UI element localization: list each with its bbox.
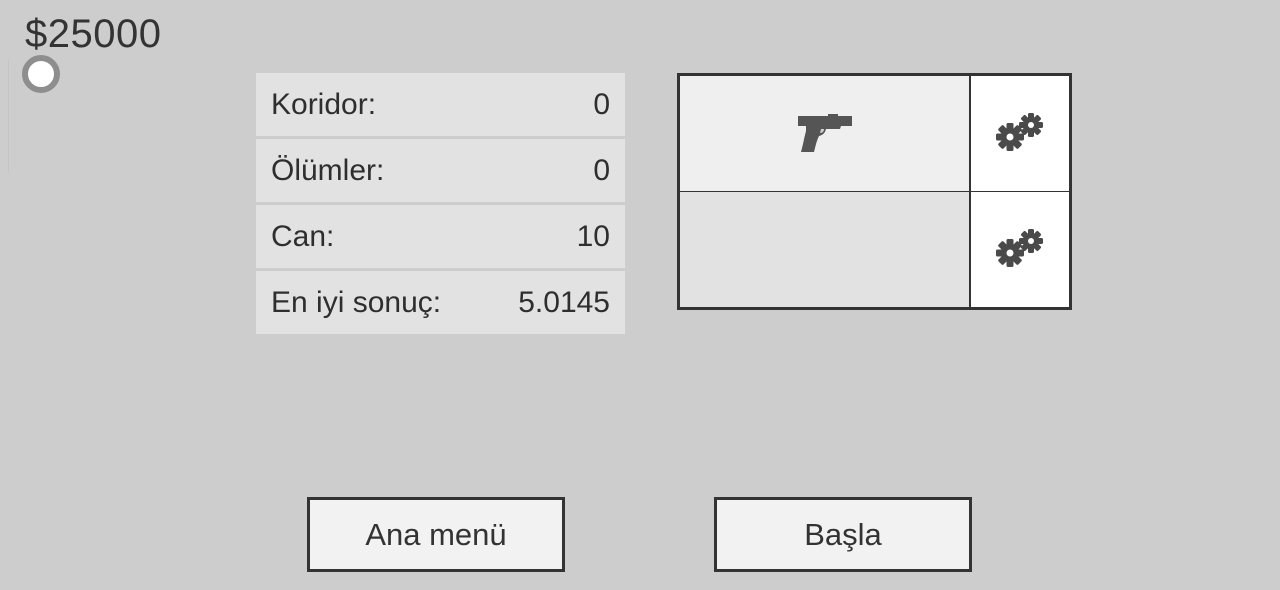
stat-value: 10 bbox=[576, 219, 610, 253]
upgrade-button-primary[interactable] bbox=[971, 76, 1069, 191]
main-menu-button[interactable]: Ana menü bbox=[307, 497, 565, 572]
money-display: $25000 bbox=[25, 12, 162, 56]
gears-icon bbox=[996, 228, 1043, 267]
stat-value: 0 bbox=[593, 87, 610, 121]
stat-label: Ölümler: bbox=[271, 153, 385, 187]
start-button[interactable]: Başla bbox=[714, 497, 972, 572]
stats-panel: Koridor: 0 Ölümler: 0 Can: 10 En iyi son… bbox=[256, 73, 625, 337]
stat-label: Koridor: bbox=[271, 87, 377, 121]
pistol-icon bbox=[797, 113, 852, 152]
stat-row-deaths: Ölümler: 0 bbox=[256, 139, 625, 202]
stat-row-corridor: Koridor: 0 bbox=[256, 73, 625, 136]
stat-value: 5.0145 bbox=[518, 285, 610, 319]
edge-divider bbox=[8, 60, 9, 172]
gears-icon bbox=[996, 112, 1043, 151]
stat-row-best-score: En iyi sonuç: 5.0145 bbox=[256, 271, 625, 334]
weapon-slot-secondary[interactable] bbox=[680, 192, 969, 307]
upgrade-button-secondary[interactable] bbox=[971, 192, 1069, 307]
circle-indicator-icon bbox=[22, 55, 60, 93]
stat-row-health: Can: 10 bbox=[256, 205, 625, 268]
stat-label: Can: bbox=[271, 219, 335, 253]
weapon-panel bbox=[677, 73, 1072, 310]
stat-label: En iyi sonuç: bbox=[271, 285, 442, 319]
weapon-slot-primary[interactable] bbox=[680, 76, 969, 191]
stat-value: 0 bbox=[593, 153, 610, 187]
